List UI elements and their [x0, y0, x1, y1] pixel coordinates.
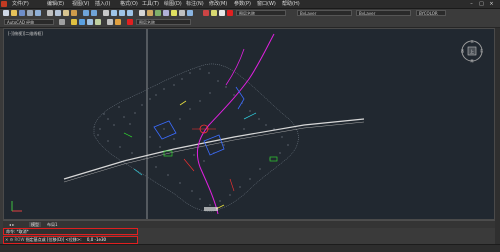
minimize-icon[interactable]: –: [468, 1, 475, 7]
menu-edit[interactable]: 编辑(E): [47, 1, 64, 7]
lineweight-combo[interactable]: BYCOLOR: [416, 10, 446, 16]
cyan-mark-2: [133, 168, 143, 176]
compass-north: 北: [470, 39, 473, 44]
layout-tab-bar: ◂ ▸ 模型 布局1: [3, 220, 495, 228]
compass-west: 西: [461, 49, 464, 53]
command-prompt-icon: ROW: [14, 237, 25, 242]
zoom-realtime-icon[interactable]: [111, 10, 117, 16]
workspace-toolbar: AutoCAD 经典 图层名称: [0, 18, 500, 28]
application-icon[interactable]: [1, 1, 7, 7]
dim-style-icon[interactable]: [87, 19, 93, 25]
design-center-icon[interactable]: [147, 10, 153, 16]
workspace-combo[interactable]: AutoCAD 经典: [4, 19, 54, 25]
menu-window[interactable]: 窗口(W): [257, 1, 276, 7]
alignment-line: [196, 33, 275, 215]
layer-dropdown[interactable]: 图层名称: [136, 19, 191, 25]
vertical-scrollbar[interactable]: [495, 28, 500, 244]
undo-icon[interactable]: [83, 10, 89, 16]
window-controls: – □ ×: [458, 0, 498, 8]
copy-icon[interactable]: [55, 10, 61, 16]
tab-layout1[interactable]: 布局1: [45, 222, 60, 227]
properties-icon[interactable]: [139, 10, 145, 16]
layer-freeze-icon[interactable]: [219, 10, 225, 16]
terrain-boundary: [93, 63, 299, 212]
menu-parametric[interactable]: 参数(P): [234, 1, 251, 7]
menu-bar: 文件(F) 编辑(E) 视图(V) 插入(I) 格式(O) 工具(T) 绘图(D…: [0, 0, 500, 9]
command-value[interactable]: 0,0 -1e30: [87, 237, 106, 242]
drawing-canvas[interactable]: [-][俯视][二维线框] 上 北 东 南 西: [3, 28, 495, 220]
table-style-icon[interactable]: [95, 19, 101, 25]
linetype-combo[interactable]: ByLayer: [356, 10, 411, 16]
command-history: 命令: *取消*: [3, 228, 138, 235]
preview-icon[interactable]: [35, 10, 41, 16]
new-icon[interactable]: [3, 10, 9, 16]
layer-on-icon[interactable]: [211, 10, 217, 16]
tool-palettes-icon[interactable]: [155, 10, 161, 16]
label-cluster: [204, 207, 218, 211]
command-close-icon[interactable]: ✕: [5, 237, 8, 242]
green-block-2: [269, 156, 278, 162]
command-line[interactable]: ✕ ⚙ ROW 指定基点或 [位移(D)] <位移>: 0,0 -1e30: [3, 236, 138, 244]
yellow-mark-2: [179, 100, 187, 106]
green-mark: [123, 132, 133, 138]
viewcube[interactable]: 上 北 东 南 西: [460, 39, 484, 63]
tab-nav-arrows[interactable]: ◂ ▸: [7, 222, 16, 227]
menu-file[interactable]: 文件(F): [12, 1, 29, 7]
zoom-window-icon[interactable]: [119, 10, 125, 16]
blue-parcel: [153, 120, 177, 140]
red-marker-2: [229, 178, 235, 192]
menu-dimension[interactable]: 标注(N): [186, 1, 204, 7]
menu-help[interactable]: 帮助(H): [282, 1, 300, 7]
text-style-icon[interactable]: [79, 19, 85, 25]
cad-drawing: [63, 29, 365, 219]
command-prompt-text: 指定基点或 [位移(D)] <位移>:: [25, 237, 82, 242]
alignment-branch: [225, 48, 245, 86]
close-icon[interactable]: ×: [488, 1, 495, 7]
zoom-previous-icon[interactable]: [127, 10, 133, 16]
layer-color-icon[interactable]: [227, 10, 233, 16]
compass-east: 东: [480, 48, 483, 53]
layer-state-icon[interactable]: [115, 19, 121, 25]
menu-tools[interactable]: 工具(T): [142, 1, 159, 7]
color-combo[interactable]: ByLayer: [297, 10, 352, 16]
workspace-settings-icon[interactable]: [59, 19, 65, 25]
print-icon[interactable]: [27, 10, 33, 16]
survey-points-cluster: [97, 68, 289, 206]
maximize-icon[interactable]: □: [478, 1, 485, 7]
blue-parcel-2: [203, 134, 225, 156]
cyan-mark: [243, 112, 257, 120]
menu-modify[interactable]: 修改(M): [209, 1, 227, 7]
save-icon[interactable]: [19, 10, 25, 16]
layer-previous-icon[interactable]: [107, 19, 113, 25]
viewcube-face-label: 上: [470, 48, 474, 54]
open-icon[interactable]: [11, 10, 17, 16]
sheet-set-icon[interactable]: [163, 10, 169, 16]
ucs-icon: [11, 201, 22, 212]
layer-combo[interactable]: 图层名称: [236, 10, 286, 16]
menu-view[interactable]: 视图(V): [72, 1, 89, 7]
markup-icon[interactable]: [171, 10, 177, 16]
main-road-edge: [63, 121, 365, 183]
calculator-icon[interactable]: [179, 10, 185, 16]
redo-icon[interactable]: [91, 10, 97, 16]
layer-properties-icon[interactable]: [203, 10, 209, 16]
menu-draw[interactable]: 绘图(D): [164, 1, 182, 7]
current-layer-icon[interactable]: [127, 19, 133, 25]
menu-insert[interactable]: 插入(I): [95, 1, 110, 7]
tab-model[interactable]: 模型: [29, 222, 41, 227]
pan-icon[interactable]: [103, 10, 109, 16]
compass-south: 南: [470, 58, 473, 63]
paste-icon[interactable]: [63, 10, 69, 16]
cut-icon[interactable]: [47, 10, 53, 16]
command-customize-icon[interactable]: ⚙: [10, 237, 14, 242]
main-road: [63, 118, 365, 180]
match-properties-icon[interactable]: [71, 10, 77, 16]
red-marker: [183, 158, 195, 172]
style-icon[interactable]: [71, 19, 77, 25]
menu-format[interactable]: 格式(O): [120, 1, 138, 7]
help-icon[interactable]: [187, 10, 193, 16]
